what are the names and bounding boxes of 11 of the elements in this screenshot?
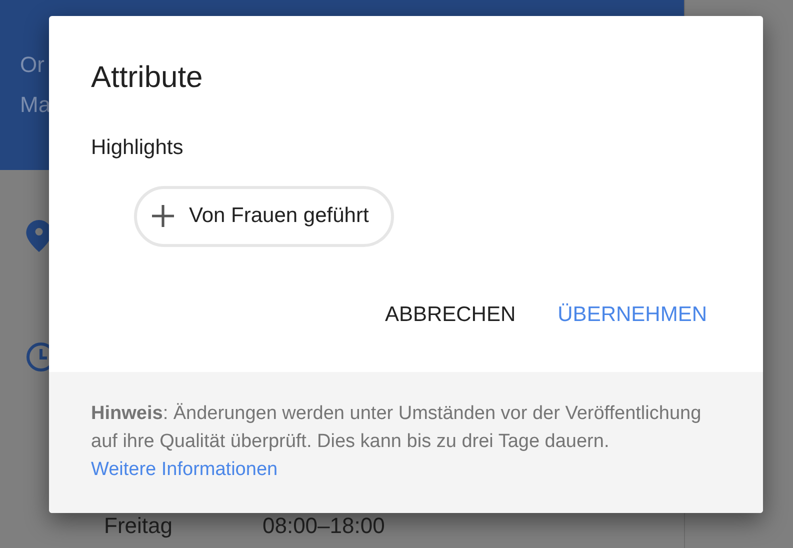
note-text: Hinweis: Änderungen werden unter Umständen vor der Veröffentlichung auf ihre Qualität überprüft. Dies kann bis zu drei Tage dauern. Weitere Informationen [91, 402, 702, 482]
plus-icon [151, 204, 175, 228]
header-text: Or [20, 51, 44, 79]
header-text: Ma [20, 91, 51, 119]
dialog-title: Attribute [91, 60, 204, 96]
day-label: Freitag [104, 512, 172, 540]
attribute-chip[interactable]: Von Frauen geführt [134, 186, 394, 246]
cancel-button[interactable]: ABBRECHEN [384, 298, 516, 330]
apply-button[interactable]: ÜBERNEHMEN [558, 298, 707, 330]
section-label: Highlights [91, 135, 184, 161]
hours-text: 08:00–18:00 [262, 512, 385, 540]
